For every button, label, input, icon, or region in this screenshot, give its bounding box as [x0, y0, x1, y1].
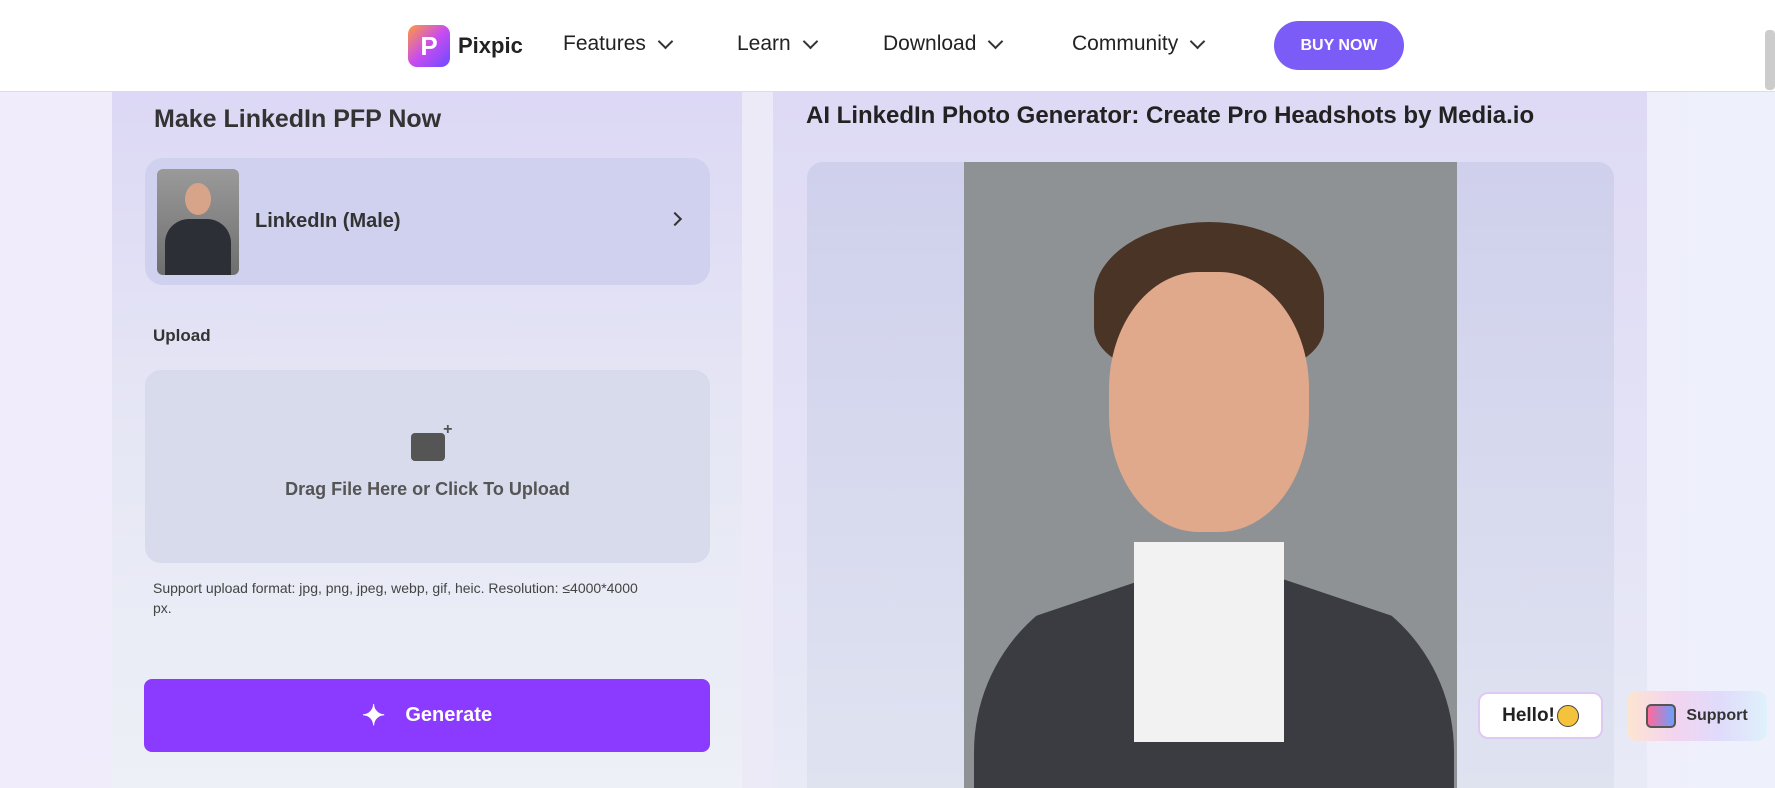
generate-label: Generate: [405, 704, 493, 726]
nav-label: Learn: [737, 32, 791, 55]
style-thumbnail: [157, 168, 239, 275]
brand-name: Pixpic: [458, 33, 523, 58]
generate-button[interactable]: ✦ Generate: [144, 679, 710, 752]
hello-chat-bubble[interactable]: Hello!: [1478, 692, 1603, 739]
brand-logo[interactable]: P Pixpic: [408, 25, 523, 67]
chevron-down-icon: [1189, 33, 1206, 49]
buy-now-button[interactable]: BUY NOW: [1274, 21, 1404, 70]
nav-label: Features: [563, 32, 646, 55]
chat-support-icon: [1646, 704, 1677, 728]
headshot-image: [964, 162, 1457, 788]
upload-dropzone[interactable]: Drag File Here or Click To Upload: [145, 370, 710, 563]
chevron-down-icon: [988, 33, 1004, 49]
pixpic-logo-icon: P: [408, 25, 450, 67]
nav-features[interactable]: Features: [563, 32, 674, 56]
nav-community[interactable]: Community: [1072, 32, 1206, 56]
chevron-right-icon: [667, 211, 683, 227]
chevron-down-icon: [657, 33, 674, 49]
generator-panel: Make LinkedIn PFP Now LinkedIn (Male) Up…: [112, 92, 742, 788]
smile-emoji-icon: [1556, 704, 1579, 727]
chevron-down-icon: [802, 33, 818, 49]
top-navbar: P Pixpic Features Learn Download Communi…: [0, 0, 1775, 92]
upload-label: Upload: [153, 326, 211, 345]
preview-panel: AI LinkedIn Photo Generator: Create Pro …: [773, 92, 1647, 788]
upload-format-note: Support upload format: jpg, png, jpeg, w…: [153, 580, 638, 616]
nav-learn[interactable]: Learn: [737, 32, 818, 56]
add-image-icon: [410, 421, 452, 461]
sparkle-icon: ✦: [361, 700, 386, 731]
style-label: LinkedIn (Male): [255, 210, 401, 232]
hello-text: Hello!: [1502, 704, 1555, 726]
style-selector[interactable]: LinkedIn (Male): [145, 158, 710, 285]
dropzone-text: Drag File Here or Click To Upload: [285, 479, 570, 499]
preview-title: AI LinkedIn Photo Generator: Create Pro …: [806, 102, 1535, 129]
nav-label: Download: [883, 32, 977, 55]
scrollbar[interactable]: [1765, 30, 1775, 90]
support-label: Support: [1686, 707, 1748, 724]
nav-download[interactable]: Download: [883, 32, 1004, 56]
panel-title: Make LinkedIn PFP Now: [154, 105, 442, 133]
nav-label: Community: [1072, 32, 1179, 55]
support-button[interactable]: Support: [1627, 691, 1767, 741]
